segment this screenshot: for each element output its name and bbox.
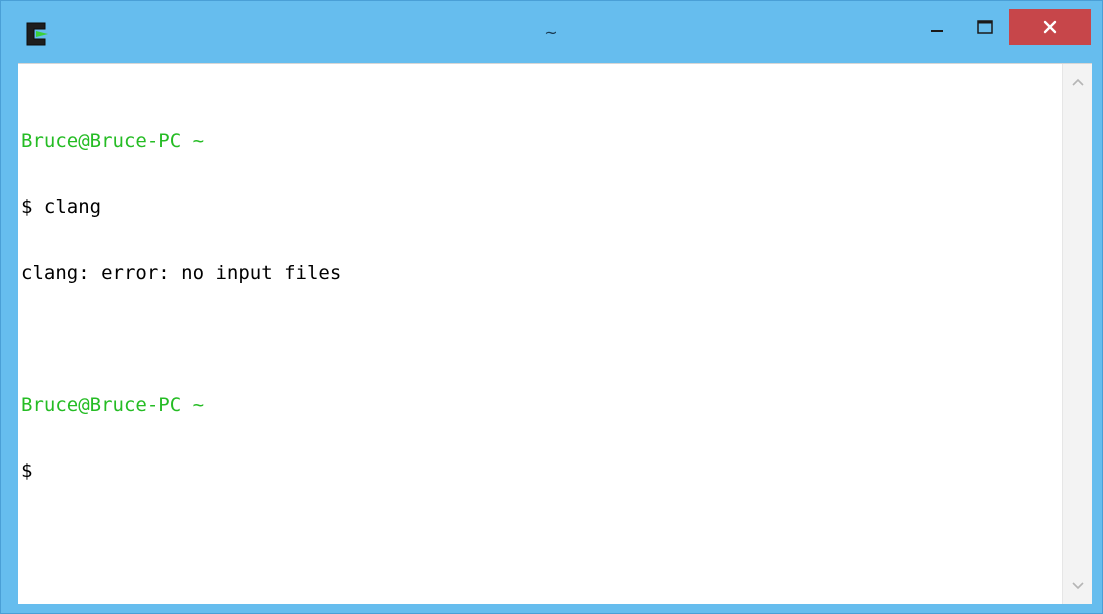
terminal-output[interactable]: Bruce@Bruce-PC ~ $ clang clang: error: n… — [21, 86, 1056, 596]
minimize-icon — [931, 30, 943, 32]
terminal-window: ~ Bruce@Bruce-PC ~ $ clang clang: error:… — [0, 0, 1103, 614]
close-icon — [1043, 20, 1057, 34]
close-button[interactable] — [1009, 9, 1091, 45]
error-output-line: clang: error: no input files — [21, 262, 342, 284]
prompt-line: Bruce@Bruce-PC ~ — [21, 394, 205, 416]
vertical-scrollbar[interactable] — [1062, 64, 1092, 604]
scroll-down-button[interactable] — [1063, 574, 1092, 598]
cygwin-terminal-icon[interactable] — [23, 20, 51, 48]
minimize-button[interactable] — [917, 9, 957, 45]
input-line[interactable]: $ — [21, 460, 1056, 482]
scroll-up-button[interactable] — [1063, 70, 1092, 94]
window-title: ~ — [544, 23, 558, 42]
command-line: $ clang — [21, 196, 102, 218]
maximize-icon — [977, 20, 993, 34]
terminal-area[interactable]: Bruce@Bruce-PC ~ $ clang clang: error: n… — [18, 63, 1092, 604]
prompt-line: Bruce@Bruce-PC ~ — [21, 130, 205, 152]
title-bar[interactable]: ~ — [1, 1, 1102, 63]
chevron-down-icon — [1071, 582, 1084, 590]
maximize-button[interactable] — [963, 9, 1007, 45]
chevron-up-icon — [1071, 78, 1084, 86]
